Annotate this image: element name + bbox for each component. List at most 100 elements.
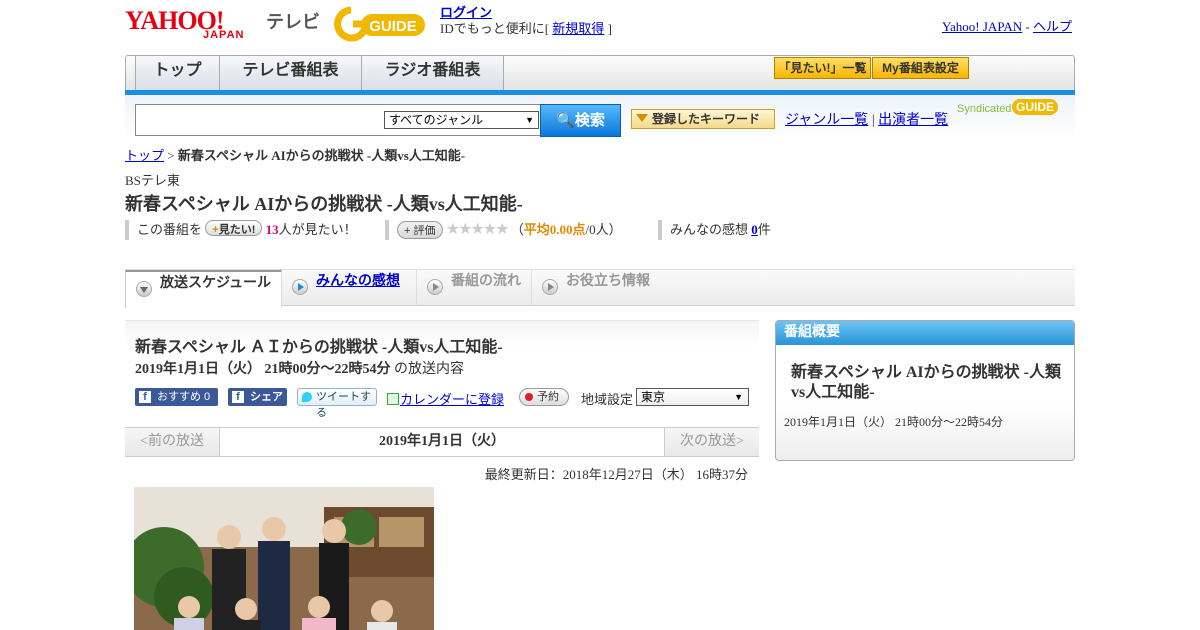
region-label: 地域設定 [581,392,634,407]
genre-select[interactable]: すべてのジャンル ▼ [384,111,539,129]
play-icon [542,279,558,295]
gguide-logo[interactable]: GUIDE [333,6,433,42]
tab-top[interactable]: トップ [135,56,220,91]
broadcast-nav: <前の放送 2019年1月1日（火） 次の放送> [125,427,759,457]
calendar-link[interactable]: カレンダーに登録 [400,392,504,407]
breadcrumb-top-link[interactable]: トップ [125,148,164,163]
reserve-button[interactable]: 予約 [519,388,569,406]
search-button-label: 検索 [574,112,605,129]
program-stats: この番組を +見たい! 13人が見たい！ + 評価 ★★★★★ （平均0.00点… [125,220,825,240]
calendar-icon [387,393,399,405]
tab-flow-label: 番組の流れ [451,272,521,288]
yahoo-japan-link[interactable]: Yahoo! JAPAN [942,19,1022,34]
signup-link[interactable]: 新規取得 [552,21,604,36]
login-box: ログイン IDでもっと便利に[ 新規取得 ] [440,5,612,37]
rate-button-label: 評価 [413,225,436,237]
genre-list-link[interactable]: ジャンル一覧 [785,113,868,128]
avg-open: （ [510,222,524,237]
tab-schedule[interactable]: 放送スケジュール [125,270,282,308]
top-links-sep: - [1025,19,1030,34]
signup-close: ] [607,21,612,36]
tab-schedule-label: 放送スケジュール [160,274,272,290]
tv-label: テレビ [266,12,320,32]
schedule-panel: 新春スペシャル ＡＩからの挑戦状 -人類vs人工知能- 2019年1月1日（火）… [125,320,759,419]
mitai-suffix: 人が見たい！ [278,222,357,237]
breadcrumb-current: 新春スペシャル AIからの挑戦状 -人類vs人工知能- [177,148,466,163]
fb-share-label: シェア [250,391,283,403]
region-value: 東京 [641,390,666,404]
channel-name: BSテレ東 [125,173,180,188]
mitai-count: 13 [265,222,279,237]
page: YAHOO! JAPAN テレビ GUIDE ログイン IDでもっと便利に[ 新… [0,0,1200,630]
facebook-recommend-button[interactable]: f おすすめ 0 [135,388,218,406]
program-summary-panel: 番組概要 新春スペシャル AIからの挑戦状 -人類vs人工知能- 2019年1月… [775,320,1075,461]
search-icon: 🔍 [556,112,575,129]
record-icon [525,393,533,401]
tab-tv-listings[interactable]: テレビ番組表 [220,56,362,91]
breadcrumb-sep: > [167,148,175,163]
login-note: IDでもっと便利に[ [440,21,550,36]
fb-recommend-label: おすすめ 0 [157,391,211,403]
mitai-list-button[interactable]: 「見たい!」一覧 [774,57,871,79]
current-broadcast-date: 2019年1月1日（火） [220,428,664,456]
facebook-share-button[interactable]: f シェア [228,388,287,406]
region-select[interactable]: 東京 ▼ [636,388,749,406]
tab-info[interactable]: お役立ち情報 [532,270,662,306]
tab-flow[interactable]: 番組の流れ [417,270,532,306]
plus-icon: + [404,225,411,237]
summary-title: 新春スペシャル AIからの挑戦状 -人類vs人工知能- [791,364,1061,401]
facebook-icon: f [232,391,244,403]
syndicated-label: Syndicated [957,103,1012,115]
search-bar: すべてのジャンル ▼ 🔍検索 登録したキーワード ジャンル一覧 | 出演者一覧 … [125,95,1075,140]
tab-reviews-label: みんなの感想 [316,272,400,288]
help-link[interactable]: ヘルプ [1033,19,1072,34]
yahoo-japan-logo[interactable]: YAHOO! JAPAN [125,6,265,42]
genre-links: ジャンル一覧 | 出演者一覧 [785,109,948,129]
twitter-icon [302,392,312,402]
keyword-button[interactable]: 登録したキーワード [631,109,775,129]
main-nav: トップ テレビ番組表 ラジオ番組表 「見たい!」一覧 My番組表設定 [125,55,1075,91]
login-link[interactable]: ログイン [440,5,492,20]
avg-score: 平均0.00点 [523,222,586,237]
tweet-label: ツイートする [316,391,371,419]
summary-datetime: 2019年1月1日（火） 21時00分～22時54分 [784,415,1004,429]
performers-link[interactable]: 出演者一覧 [878,113,948,128]
chevron-down-icon [136,281,152,297]
calendar-add[interactable]: カレンダーに登録 [387,389,504,408]
rating-stat: + 評価 ★★★★★ （平均0.00点/0人） [385,220,622,240]
yahoo-logo-sub: JAPAN [203,29,245,41]
schedule-datetime: 2019年1月1日（火） 21時00分～22時54分 [135,362,391,377]
page-title: 新春スペシャル AIからの挑戦状 -人類vs人工知能- [125,194,523,214]
breadcrumb: トップ > 新春スペシャル AIからの挑戦状 -人類vs人工知能- [125,145,465,164]
prev-broadcast-link[interactable]: <前の放送 [125,428,220,456]
program-photo [134,487,434,630]
tab-radio-listings[interactable]: ラジオ番組表 [362,56,504,91]
kanso-suffix: 件 [757,222,771,237]
tweet-button[interactable]: ツイートする [297,388,377,419]
tab-reviews[interactable]: みんなの感想 [282,270,417,306]
rate-button[interactable]: + 評価 [397,221,443,239]
play-icon [427,279,443,295]
summary-heading: 番組概要 [776,321,1074,345]
dropdown-arrow-icon: ▼ [525,115,534,125]
schedule-date-suffix: の放送内容 [394,362,464,377]
mitai-intro: この番組を [137,222,203,237]
schedule-title: 新春スペシャル ＡＩからの挑戦状 -人類vs人工知能- [135,339,503,356]
gguide-logo-text: GUIDE [369,18,417,35]
content-tabs: 放送スケジュール みんなの感想 番組の流れ お役立ち情報 [125,269,1075,308]
mitai-button[interactable]: +見たい! [205,220,263,236]
search-button[interactable]: 🔍検索 [540,104,621,137]
kanso-label: みんなの感想 [670,222,749,237]
next-broadcast-link[interactable]: 次の放送> [664,428,759,456]
mitai-stat: この番組を +見たい! 13人が見たい！ [125,220,357,240]
dropdown-arrow-icon: ▼ [734,392,743,402]
schedule-date: 2019年1月1日（火） 21時00分～22時54分 の放送内容 [135,358,464,378]
play-icon [292,279,308,295]
mitai-button-label: 見たい! [218,224,256,236]
syndicated-gguide-logo: GUIDE [1012,99,1059,115]
avg-count: /0人） [585,222,622,237]
syndicated-badge: Syndicated GUIDE [957,99,1059,115]
reserve-label: 予約 [537,391,559,403]
my-bangumi-button[interactable]: My番組表設定 [872,57,969,79]
keyword-button-label: 登録したキーワード [652,112,761,126]
